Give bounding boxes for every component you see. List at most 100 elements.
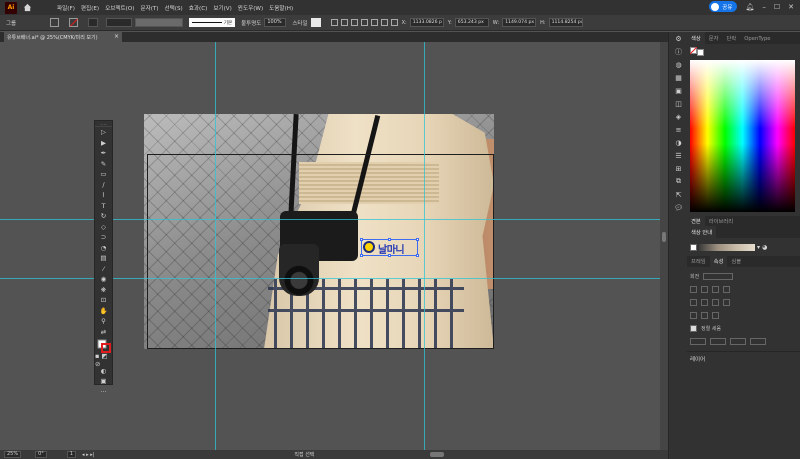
tab-symbols[interactable]: 심볼 — [727, 255, 745, 267]
style-swatch[interactable] — [310, 18, 321, 27]
layers-icon[interactable]: ☰ — [669, 149, 688, 162]
screen-mode-icon[interactable]: ▣ — [95, 376, 112, 387]
shape-builder-tool-icon[interactable]: ◔ — [95, 243, 112, 254]
transform-icon[interactable] — [690, 312, 697, 319]
rotate-tool-icon[interactable]: ↻ — [95, 211, 112, 222]
stroke-weight-field[interactable] — [88, 18, 99, 27]
align-bottom-icon[interactable] — [380, 19, 388, 26]
eraser-tool-icon[interactable]: ◇ — [95, 222, 112, 233]
placed-photo[interactable] — [144, 114, 494, 349]
zoom-tool-icon[interactable]: ⚲ — [95, 316, 112, 327]
tab-character[interactable]: 문자 — [705, 32, 723, 44]
transform-icon[interactable] — [701, 299, 708, 306]
home-icon[interactable] — [23, 3, 32, 12]
direct-selection-tool-icon[interactable]: ▶ — [95, 138, 112, 149]
close-icon[interactable]: ✕ — [788, 3, 794, 11]
tab-properties[interactable]: 속성 — [709, 255, 728, 267]
transform-icon[interactable] — [712, 299, 719, 306]
handle[interactable] — [360, 238, 363, 241]
opacity-input[interactable]: 100% — [264, 18, 287, 27]
align-left-icon[interactable] — [330, 19, 338, 26]
transform-icon[interactable] — [701, 312, 708, 319]
color-spectrum[interactable] — [690, 60, 795, 212]
blend-tool-icon[interactable]: ◉ — [95, 274, 112, 285]
align-middle-icon[interactable] — [370, 19, 378, 26]
rotate-view-field[interactable]: 0° — [35, 451, 47, 458]
vertical-scrollbar[interactable] — [660, 42, 668, 450]
zoom-field[interactable]: 25% — [4, 451, 22, 458]
menu-effect[interactable]: 효과(C) — [188, 4, 209, 12]
handle[interactable] — [388, 238, 391, 241]
width-tool-icon[interactable]: ⊃ — [95, 232, 112, 243]
transform-icon[interactable] — [712, 312, 719, 319]
guide-vertical[interactable] — [424, 42, 425, 450]
transform-icon[interactable] — [723, 286, 730, 293]
menu-type[interactable]: 문자(T) — [139, 4, 159, 12]
distribute-icon[interactable] — [390, 19, 398, 26]
selection-bounding-box[interactable] — [360, 238, 419, 257]
pathfinder-icon[interactable]: ⧉ — [669, 175, 688, 188]
menu-object[interactable]: 오브젝트(O) — [104, 4, 135, 12]
stroke-swatch[interactable] — [69, 18, 79, 27]
menu-file[interactable]: 파일(F) — [56, 4, 76, 12]
align-top-icon[interactable] — [360, 19, 368, 26]
document-tab[interactable]: 유튜브배너.ai* @ 25%(CMYK/미리 보기) × — [4, 32, 122, 42]
fill-swatch[interactable] — [50, 18, 60, 27]
handle[interactable] — [416, 254, 419, 257]
symbol-sprayer-tool-icon[interactable]: ❋ — [95, 285, 112, 296]
close-tab-icon[interactable]: × — [114, 33, 119, 40]
horizontal-scroll-thumb[interactable] — [430, 452, 444, 457]
guide-vertical[interactable] — [215, 42, 216, 450]
transform-icon[interactable] — [723, 299, 730, 306]
blob-brush-tool-icon[interactable]: ⌇ — [95, 190, 112, 201]
rotate-input[interactable] — [703, 273, 734, 280]
align-button[interactable] — [750, 338, 766, 345]
properties-icon[interactable]: ⚙ — [669, 32, 688, 45]
comments-icon[interactable]: 💬︎ — [669, 201, 688, 214]
stroke-profile[interactable]: 기본 — [189, 18, 236, 27]
align-button[interactable] — [730, 338, 746, 345]
color-mode-icon[interactable]: ▪ ◩ ⊘ — [95, 352, 112, 368]
links-icon[interactable]: ⇱ — [669, 188, 688, 201]
transform-icon[interactable] — [712, 286, 719, 293]
handle[interactable] — [416, 238, 419, 241]
maximize-icon[interactable]: ☐ — [774, 3, 780, 11]
swatches-icon[interactable]: ◫ — [669, 97, 688, 110]
paintbrush-tool-icon[interactable]: ∕ — [95, 180, 112, 191]
align-right-icon[interactable] — [350, 19, 358, 26]
align-button[interactable] — [710, 338, 726, 345]
transform-icon[interactable] — [701, 286, 708, 293]
stroke-icon[interactable]: ≡ — [669, 123, 688, 136]
w-input[interactable]: 1149.074 px — [502, 18, 537, 27]
appearance-icon[interactable]: ◍ — [669, 58, 688, 71]
color-wheel-icon[interactable]: ◕ — [762, 244, 767, 251]
color-guide-icon[interactable]: ▣ — [669, 84, 688, 97]
handle[interactable] — [388, 254, 391, 257]
tab-color-guide[interactable]: 색상 안내 — [687, 226, 717, 238]
gradient-tool-icon[interactable]: ▤ — [95, 253, 112, 264]
h-input[interactable]: 1114.8254 px — [548, 18, 583, 27]
menu-window[interactable]: 윈도우(W) — [237, 4, 264, 12]
transform-icon[interactable] — [690, 299, 697, 306]
color-icon[interactable]: ▦ — [669, 71, 688, 84]
align-checkbox[interactable] — [690, 325, 697, 332]
artboard-number-field[interactable]: 1 — [66, 451, 76, 458]
menu-help[interactable]: 도움말(H) — [268, 4, 294, 12]
handle[interactable] — [360, 254, 363, 257]
share-button[interactable]: 공유 — [709, 1, 738, 12]
hand-tool-icon[interactable]: ✋ — [95, 306, 112, 317]
base-color-swatch[interactable] — [690, 243, 697, 251]
graphic-styles-icon[interactable]: ◈ — [669, 110, 688, 123]
eyedropper-tool-icon[interactable]: ⁄ — [95, 264, 112, 275]
menu-select[interactable]: 선택(S) — [164, 4, 184, 12]
scroll-thumb[interactable] — [662, 232, 666, 242]
tab-frame[interactable]: 프레임 — [687, 255, 710, 267]
tab-color[interactable]: 색상 — [687, 32, 705, 44]
fill-stroke-swatches[interactable] — [690, 47, 704, 57]
menu-edit[interactable]: 편집(E) — [80, 4, 100, 12]
pen-tool-icon[interactable]: ✒ — [95, 148, 112, 159]
type-tool-icon[interactable]: T — [95, 201, 112, 212]
rectangle-tool-icon[interactable]: ▭ — [95, 169, 112, 180]
y-input[interactable]: 653.243 px — [454, 18, 489, 27]
minimize-icon[interactable]: – — [762, 3, 766, 11]
